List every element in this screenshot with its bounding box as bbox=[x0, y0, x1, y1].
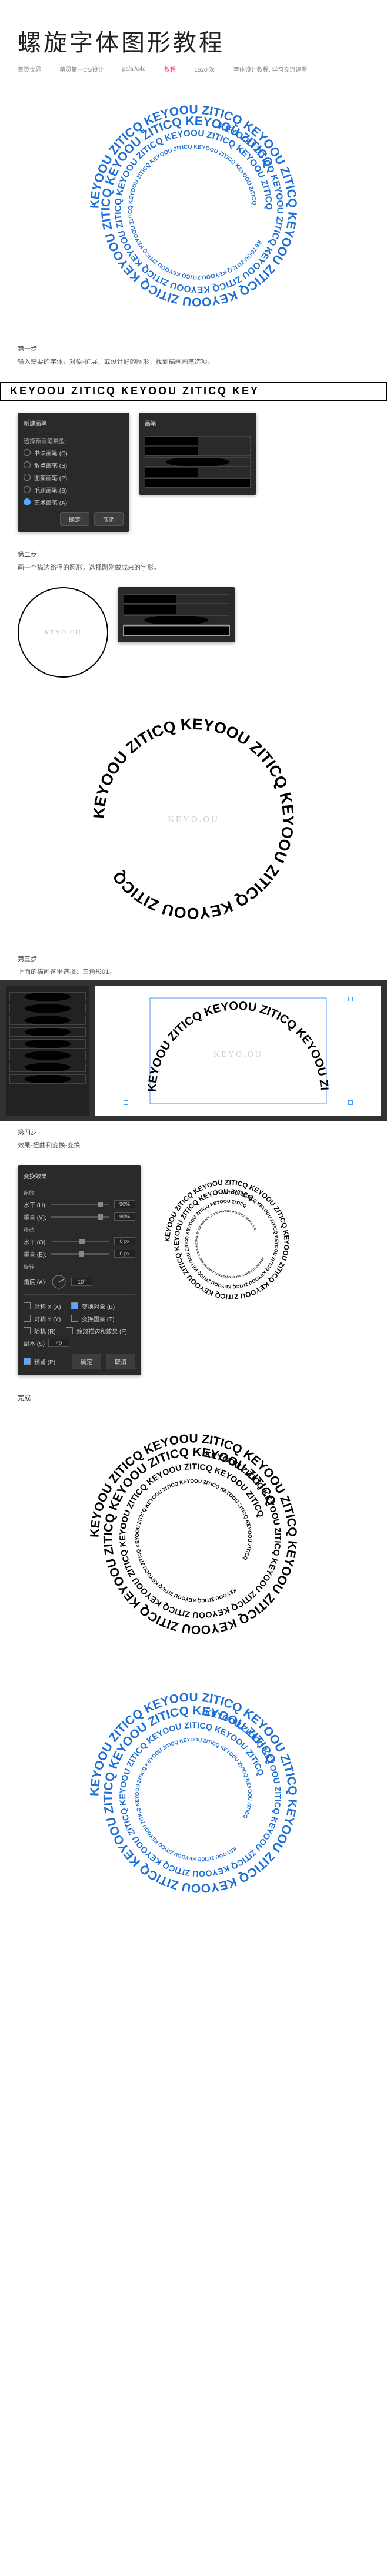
breadcrumb: 首页世界· 精灵第一CG设计· ps/ai/c4d· 教程· 1520 次· 字… bbox=[18, 65, 369, 73]
ok-button[interactable]: 确定 bbox=[72, 1354, 101, 1369]
brush-preset[interactable] bbox=[145, 447, 251, 456]
circle-path: KEYO.OU bbox=[18, 587, 108, 678]
step4-label: 第四步 bbox=[18, 1127, 369, 1137]
copies-value[interactable] bbox=[48, 1339, 69, 1347]
brush-shape[interactable] bbox=[9, 1051, 86, 1060]
step2-desc: 画一个描边路径的圆形，选择刚刚做成来的字形。 bbox=[18, 562, 369, 574]
step1-text-strip: KEYOOU ZITICQ KEYOOU ZITICQ KEY bbox=[0, 382, 387, 401]
cancel-button[interactable]: 取消 bbox=[106, 1354, 135, 1369]
move-v-value[interactable] bbox=[114, 1250, 135, 1258]
dialog-title: 新建画笔 bbox=[24, 418, 124, 431]
check-row[interactable]: 对称 Y (Y) 变换图案 (T) bbox=[24, 1314, 135, 1323]
preview-checkbox[interactable]: 预览 (P) bbox=[34, 1357, 55, 1366]
brush-preset[interactable] bbox=[145, 457, 251, 467]
copies-row[interactable]: 副本 (S) bbox=[24, 1339, 135, 1348]
step1-label: 第一步 bbox=[18, 344, 369, 353]
canvas[interactable]: KEYOOU ZITICQ KEYOOU ZITICQ KEYOOU ZITIC… bbox=[95, 986, 381, 1116]
ok-button[interactable]: 确定 bbox=[60, 512, 89, 526]
check-row[interactable]: 对称 X (X) 变换对象 (B) bbox=[24, 1302, 135, 1311]
horiz-value[interactable] bbox=[114, 1200, 135, 1208]
brushes-panel-title: 画笔 bbox=[145, 418, 251, 431]
step1-desc: 输入需要的字体，对象-扩展，或设计好的图形，找到描画画笔选项。 bbox=[18, 357, 369, 368]
new-brush-dialog: 新建画笔 选择新画笔类型: 书法画笔 (C) 散点画笔 (S) 图案画笔 (P)… bbox=[18, 413, 129, 532]
final-spiral-black: KEYOOU ZITICQ KEYOOU ZITICQ KEYOOU ZITIC… bbox=[0, 1408, 387, 1667]
transform-dialog-title: 变换效果 bbox=[24, 1171, 135, 1184]
move-h[interactable]: 水平 (O): bbox=[24, 1237, 135, 1246]
svg-text:KEYOOU ZITICQ KEYOOU ZITICQ KE: KEYOOU ZITICQ KEYOOU ZITICQ KEYOOU ZITIC… bbox=[164, 1178, 290, 1300]
svg-text:KEYOOU ZITICQ KEYOOU ZITICQ KE: KEYOOU ZITICQ KEYOOU ZITICQ KEYOOU ZITIC… bbox=[116, 986, 331, 1092]
brush-option[interactable]: 毛刷画笔 (B) bbox=[24, 485, 124, 494]
step4-desc: 效果-扭曲和变换-变换 bbox=[18, 1140, 369, 1151]
brush-shape-selected[interactable] bbox=[9, 1027, 86, 1037]
crumb-views: 1520 次 bbox=[194, 65, 215, 73]
brush-preset[interactable] bbox=[124, 594, 229, 604]
brush-preset[interactable] bbox=[145, 436, 251, 445]
angle-dial-icon[interactable] bbox=[51, 1274, 66, 1289]
final-label: 完成 bbox=[0, 1387, 387, 1408]
svg-text:KEYOOU ZITICQ KEYOOU ZITICQ KE: KEYOOU ZITICQ KEYOOU ZITICQ KEYOOU ZITIC… bbox=[127, 143, 262, 280]
cancel-button[interactable]: 取消 bbox=[94, 512, 124, 526]
brush-preset[interactable] bbox=[124, 605, 229, 614]
brushes-panel: 画笔 bbox=[139, 413, 256, 495]
brushes-panel bbox=[118, 587, 235, 642]
brush-preset-selected[interactable] bbox=[124, 626, 229, 635]
brush-option[interactable]: 散点画笔 (S) bbox=[24, 461, 124, 470]
brush-picker bbox=[6, 986, 89, 1116]
watermark: KEYO.OU bbox=[44, 629, 81, 636]
crumb-category[interactable]: 教程 bbox=[164, 65, 176, 73]
transform-preview: KEYOOU ZITICQ KEYOOU ZITICQ KEYOOU ZITIC… bbox=[151, 1165, 369, 1321]
brush-option[interactable]: 图案画笔 (P) bbox=[24, 473, 124, 482]
brush-shape[interactable] bbox=[9, 1039, 86, 1049]
brush-option-selected[interactable]: 艺术画笔 (A) bbox=[24, 498, 124, 507]
brush-preset[interactable] bbox=[124, 615, 229, 625]
svg-text:KEYOOU ZITICQ KEYOOU ZITICQ KE: KEYOOU ZITICQ KEYOOU ZITICQ KEYOOU ZITIC… bbox=[134, 1737, 253, 1863]
step2-label: 第二步 bbox=[18, 550, 369, 559]
page-title: 螺旋字体图形教程 bbox=[18, 24, 369, 58]
check-row[interactable]: 随机 (R) 缩放描边和效果 (F) bbox=[24, 1326, 135, 1335]
crumb-tags[interactable]: 字体设计教程, 学习交流速看 bbox=[233, 65, 308, 73]
move-v[interactable]: 垂直 (E): bbox=[24, 1250, 135, 1258]
angle-value[interactable] bbox=[71, 1278, 92, 1286]
vert-value[interactable] bbox=[114, 1212, 135, 1221]
final-spiral-blue: KEYOOU ZITICQ KEYOOU ZITICQ KEYOOU ZITIC… bbox=[0, 1667, 387, 1925]
step3-desc: 上面的描画这里选择：三角形01。 bbox=[18, 967, 369, 978]
brush-shape[interactable] bbox=[9, 992, 86, 1001]
angle[interactable]: 角度 (A): bbox=[24, 1274, 135, 1289]
brush-preset[interactable] bbox=[145, 478, 251, 488]
crumb[interactable]: 首页世界 bbox=[18, 65, 41, 73]
crumb[interactable]: 精灵第一CG设计 bbox=[59, 65, 104, 73]
horiz-scale[interactable]: 水平 (H): bbox=[24, 1200, 135, 1209]
svg-text:KEYO.OU: KEYO.OU bbox=[168, 815, 219, 825]
svg-text:KEYOOU ZITICQ KEYOOU ZITICQ KE: KEYOOU ZITICQ KEYOOU ZITICQ KEYOOU ZITIC… bbox=[195, 1210, 264, 1278]
brush-shape[interactable] bbox=[9, 1074, 86, 1084]
brush-shape[interactable] bbox=[9, 1004, 86, 1013]
hero-spiral-figure: KEYOOU ZITICQ KEYOOU ZITICQ KEYOOU ZITIC… bbox=[0, 79, 387, 338]
dialog-subtitle: 选择新画笔类型: bbox=[24, 436, 124, 445]
brush-preset[interactable] bbox=[145, 468, 251, 477]
ps-editor: KEYOOU ZITICQ KEYOOU ZITICQ KEYOOU ZITIC… bbox=[0, 980, 387, 1121]
crumb[interactable]: ps/ai/c4d bbox=[122, 66, 146, 72]
move-h-value[interactable] bbox=[114, 1237, 135, 1245]
vert-scale[interactable]: 垂直 (V): bbox=[24, 1212, 135, 1221]
text-ring-figure: KEYOOU ZITICQ KEYOOU ZITICQ KEYOOU ZITIC… bbox=[0, 689, 387, 948]
step3-label: 第三步 bbox=[18, 954, 369, 963]
transform-dialog: 变换效果 缩放 水平 (H): 垂直 (V): 移动 水平 (O): 垂直 (E… bbox=[18, 1165, 141, 1375]
svg-text:KEYOOU ZITICQ KEYOOU ZITICQ KE: KEYOOU ZITICQ KEYOOU ZITICQ KEYOOU ZITIC… bbox=[134, 1478, 253, 1604]
svg-text:KEYO.OU: KEYO.OU bbox=[213, 1050, 263, 1059]
brush-option[interactable]: 书法画笔 (C) bbox=[24, 448, 124, 457]
brush-shape[interactable] bbox=[9, 1063, 86, 1072]
brush-shape[interactable] bbox=[9, 1016, 86, 1025]
